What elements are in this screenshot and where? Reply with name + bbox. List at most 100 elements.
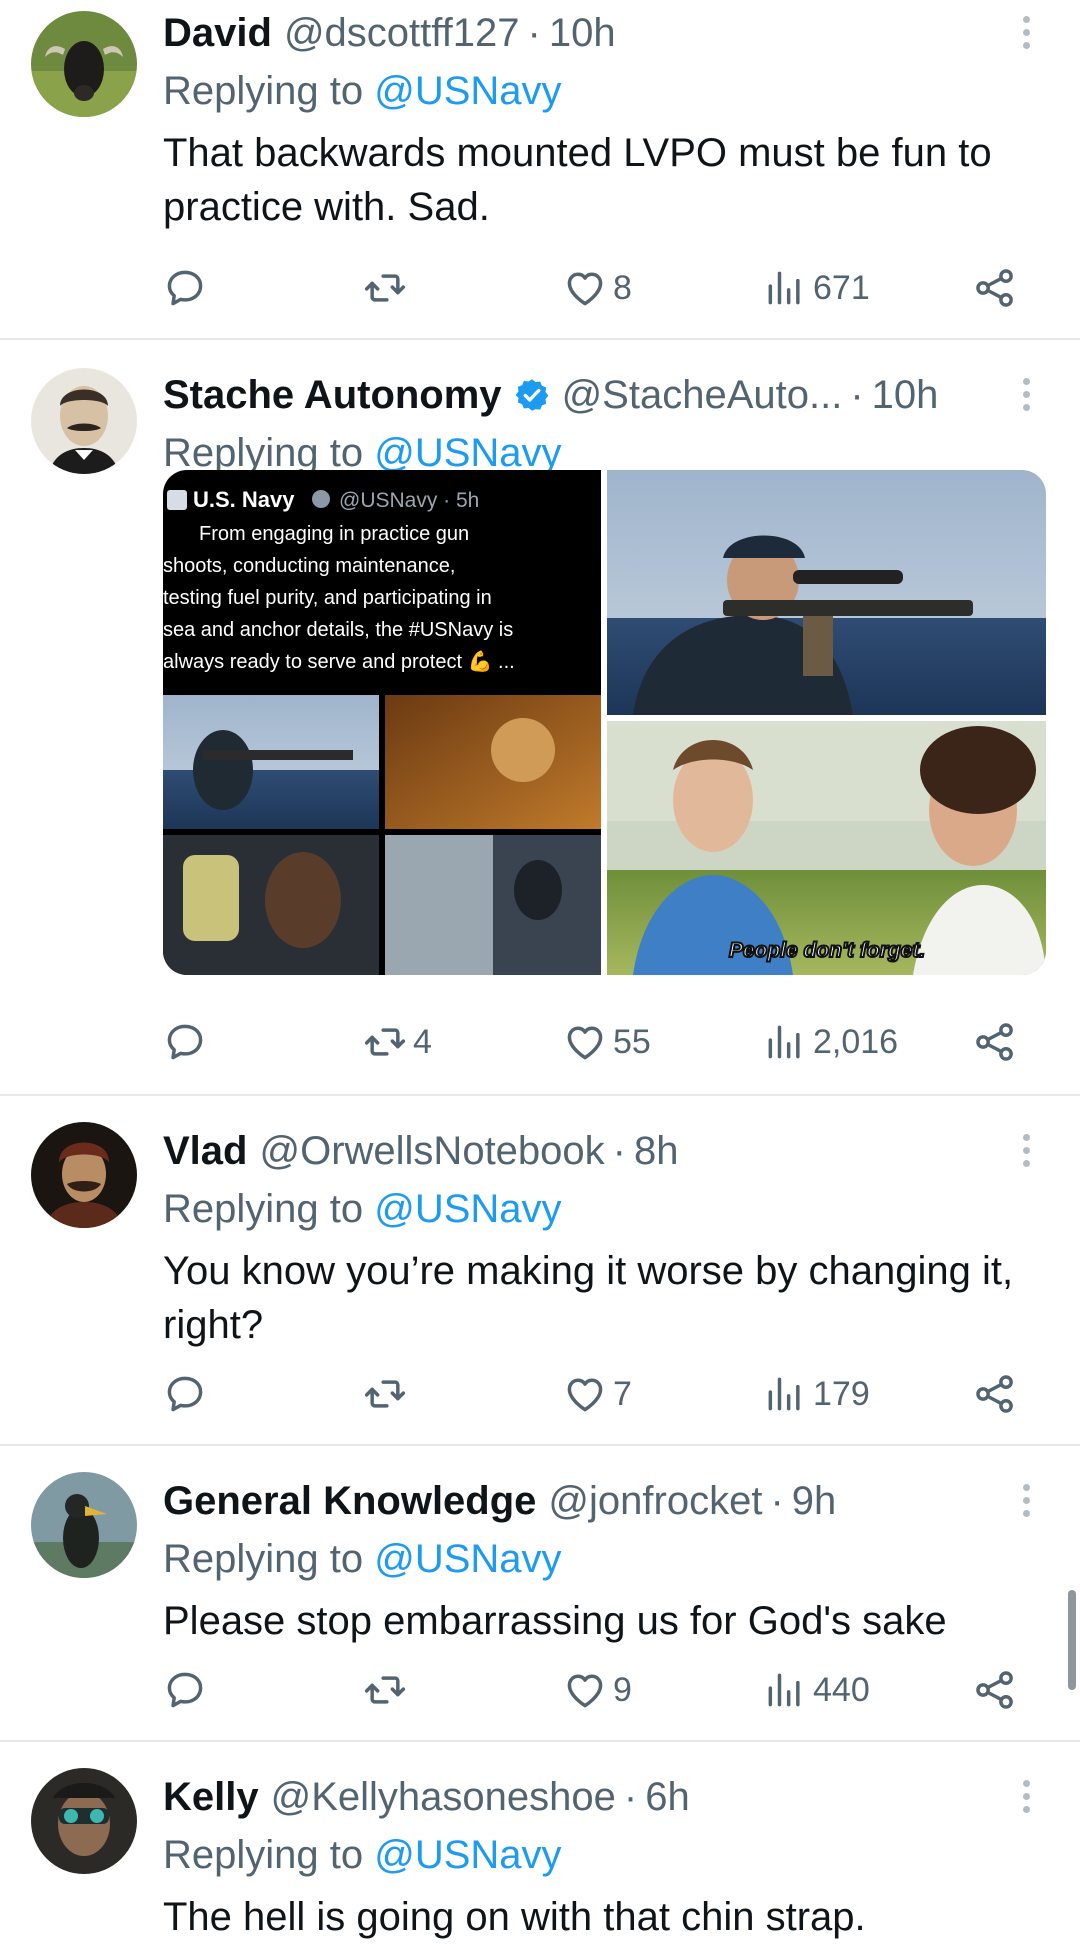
views-count: 179 — [813, 1374, 870, 1413]
replying-to: Replying to @USNavy — [163, 1826, 1032, 1884]
separator-dot: · — [612, 1128, 626, 1173]
like-button[interactable]: 8 — [563, 258, 632, 318]
more-icon[interactable] — [1020, 1134, 1032, 1170]
like-button[interactable]: 7 — [563, 1364, 632, 1424]
avatar[interactable] — [31, 1472, 137, 1578]
replying-to-mention[interactable]: @USNavy — [374, 431, 561, 475]
author-name[interactable]: General Knowledge — [163, 1479, 536, 1524]
views-count: 671 — [813, 268, 870, 307]
tweet-text: The hell is going on with that chin stra… — [163, 1895, 866, 1939]
views-button[interactable]: 671 — [763, 258, 870, 318]
share-icon — [973, 1668, 1017, 1712]
separator-dot: · — [623, 1774, 638, 1819]
replying-to-mention[interactable]: @USNavy — [374, 1187, 561, 1231]
timestamp[interactable]: 10h — [872, 373, 939, 418]
replying-to-mention[interactable]: @USNavy — [374, 1833, 561, 1877]
replying-to-mention[interactable]: @USNavy — [374, 69, 561, 113]
timestamp[interactable]: 8h — [634, 1129, 679, 1174]
like-icon — [563, 1372, 607, 1416]
views-button[interactable]: 2,016 — [763, 1012, 898, 1072]
kelly-avatar-image — [31, 1768, 137, 1874]
like-count: 55 — [613, 1022, 651, 1061]
like-button[interactable]: 9 — [563, 1660, 632, 1720]
share-button[interactable] — [973, 1660, 1017, 1720]
action-bar: 8 671 — [163, 258, 1033, 318]
replying-to: Replying to @USNavy — [163, 1180, 1032, 1238]
retweet-icon — [363, 1020, 407, 1064]
retweet-button[interactable] — [363, 1364, 413, 1424]
avatar[interactable] — [31, 11, 137, 117]
timestamp[interactable]: 6h — [645, 1775, 690, 1820]
author-name[interactable]: David — [163, 11, 272, 56]
retweet-button[interactable] — [363, 258, 413, 318]
photo-sailor-shooting[interactable] — [607, 470, 1046, 715]
author-name[interactable]: Stache Autonomy — [163, 373, 502, 418]
share-button[interactable] — [973, 258, 1017, 318]
share-button[interactable] — [973, 1364, 1017, 1424]
like-button[interactable]: 55 — [563, 1012, 651, 1072]
retweet-button[interactable] — [363, 1660, 413, 1720]
action-bar: 4 55 2,016 — [163, 1012, 1033, 1072]
replying-to-prefix: Replying to — [163, 1187, 375, 1231]
bird-avatar-image — [31, 1472, 137, 1578]
scrollbar[interactable] — [1068, 1590, 1076, 1690]
like-icon — [563, 266, 607, 310]
avatar[interactable] — [31, 1768, 137, 1874]
replying-to-prefix: Replying to — [163, 431, 375, 475]
views-button[interactable]: 179 — [763, 1364, 870, 1424]
share-button[interactable] — [973, 1012, 1017, 1072]
verified-badge-icon — [514, 377, 550, 413]
views-count: 2,016 — [813, 1022, 899, 1061]
retweet-icon — [363, 1668, 407, 1712]
action-bar: 9 440 — [163, 1660, 1033, 1720]
reply-button[interactable] — [163, 1660, 207, 1720]
replying-to-mention[interactable]: @USNavy — [374, 1537, 561, 1581]
views-button[interactable]: 440 — [763, 1660, 870, 1720]
reply-tweet-david[interactable]: David @dscottff127 · 10h Replying to @US… — [0, 0, 1080, 340]
reply-tweet-kelly[interactable]: Kelly @Kellyhasoneshoe · 6h Replying to … — [0, 1742, 1080, 1944]
reply-button[interactable] — [163, 1364, 207, 1424]
author-handle[interactable]: @jonfrocket — [548, 1479, 762, 1524]
retweet-count: 4 — [413, 1022, 432, 1061]
author-handle[interactable]: @Kellyhasoneshoe — [271, 1775, 616, 1820]
author-handle[interactable]: @OrwellsNotebook — [259, 1129, 604, 1174]
photo-meme[interactable]: People don't forget. — [607, 721, 1046, 975]
more-icon[interactable] — [1020, 16, 1032, 52]
separator-dot: · — [527, 10, 541, 55]
meme-caption: People don't forget. — [729, 939, 925, 962]
timestamp[interactable]: 10h — [549, 11, 616, 56]
reply-icon — [163, 1020, 207, 1064]
mustache-man-avatar-image — [31, 368, 137, 474]
like-icon — [563, 1020, 607, 1064]
more-icon[interactable] — [1020, 378, 1032, 414]
reply-button[interactable] — [163, 1012, 207, 1072]
timestamp[interactable]: 9h — [792, 1479, 837, 1524]
media-grid[interactable]: U.S. Navy @USNavy · 5h From engaging in … — [163, 470, 1046, 975]
more-icon[interactable] — [1020, 1780, 1032, 1816]
author-handle[interactable]: @StacheAuto... — [562, 373, 843, 418]
tweet-text: Please stop embarrassing us for God's sa… — [163, 1599, 947, 1643]
author-name[interactable]: Vlad — [163, 1129, 247, 1174]
reply-tweet-stache-autonomy[interactable]: Stache Autonomy @StacheAuto... · 10h Rep… — [0, 340, 1080, 1096]
action-bar: 7 179 — [163, 1364, 1033, 1424]
views-icon — [763, 1020, 807, 1064]
avatar[interactable] — [31, 368, 137, 474]
replying-to-prefix: Replying to — [163, 1833, 375, 1877]
reply-tweet-vlad[interactable]: Vlad @OrwellsNotebook · 8h Replying to @… — [0, 1096, 1080, 1446]
goat-avatar-image — [31, 11, 137, 117]
reply-tweet-general-knowledge[interactable]: General Knowledge @jonfrocket · 9h Reply… — [0, 1446, 1080, 1742]
author-handle[interactable]: @dscottff127 — [284, 11, 520, 56]
more-icon[interactable] — [1020, 1484, 1032, 1520]
reply-icon — [163, 266, 207, 310]
views-count: 440 — [813, 1670, 870, 1709]
embedded-author-name: U.S. Navy — [193, 487, 295, 512]
author-name[interactable]: Kelly — [163, 1775, 259, 1820]
embedded-text-line: From engaging in practice gun — [199, 523, 469, 545]
replying-to-prefix: Replying to — [163, 69, 375, 113]
share-icon — [973, 1372, 1017, 1416]
reply-button[interactable] — [163, 258, 207, 318]
avatar[interactable] — [31, 1122, 137, 1228]
embedded-tweet-screenshot[interactable]: U.S. Navy @USNavy · 5h From engaging in … — [163, 470, 601, 975]
retweet-button[interactable]: 4 — [363, 1012, 432, 1072]
embedded-text-line: shoots, conducting maintenance, — [163, 555, 455, 577]
